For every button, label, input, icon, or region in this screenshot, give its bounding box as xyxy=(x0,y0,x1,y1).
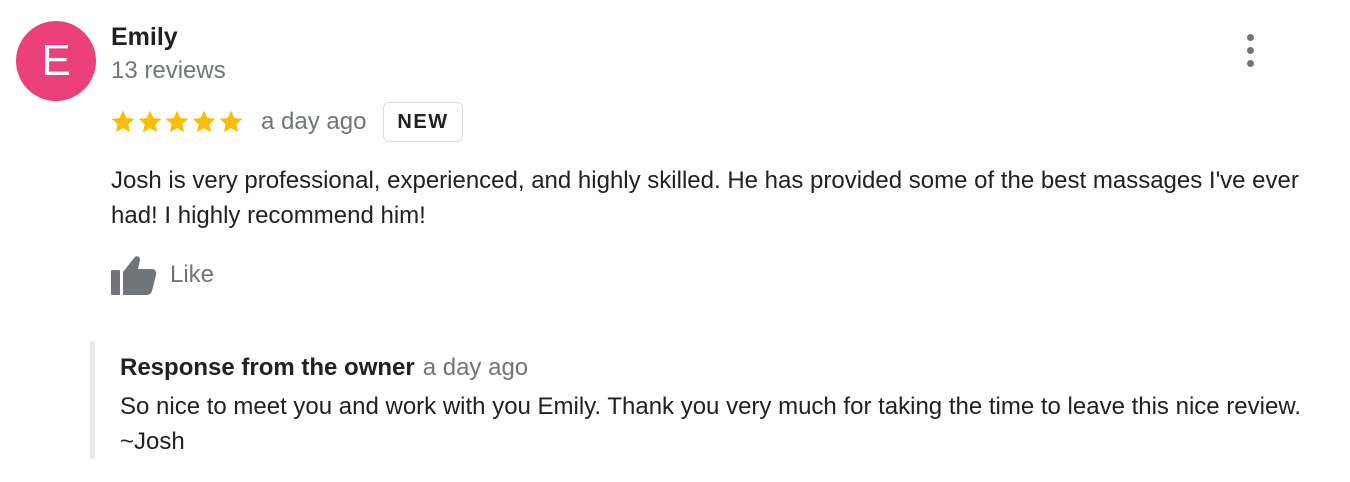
reviewer-name[interactable]: Emily xyxy=(111,22,178,52)
review-text: Josh is very professional, experienced, … xyxy=(111,167,1299,229)
owner-response-text: So nice to meet you and work with you Em… xyxy=(120,393,1301,455)
star-icon xyxy=(111,110,135,133)
star-icon xyxy=(219,110,243,133)
owner-response-header: Response from the owner a day ago xyxy=(120,353,528,386)
star-icon xyxy=(192,110,216,133)
star-icon xyxy=(165,110,189,133)
new-badge: NEW xyxy=(383,102,463,142)
review-date: a day ago xyxy=(261,108,367,135)
owner-response: Response from the owner a day ago So nice… xyxy=(90,341,1320,459)
avatar-initial: E xyxy=(41,36,71,85)
star-rating xyxy=(110,109,244,135)
owner-response-date: a day ago xyxy=(422,354,529,381)
more-vert-icon-dot xyxy=(1246,46,1254,54)
star-icon xyxy=(138,110,162,133)
reviewer-review-count[interactable]: 13 reviews xyxy=(111,56,226,86)
owner-response-title: Response from the owner xyxy=(120,354,415,381)
review-card: E Emily 13 reviews a day ago NEW Josh is… xyxy=(0,0,1350,482)
rating-row: a day ago NEW xyxy=(110,100,463,144)
more-options-button[interactable] xyxy=(1232,30,1268,70)
more-vert-icon-dot xyxy=(1246,59,1254,67)
avatar[interactable]: E xyxy=(16,21,96,101)
like-label: Like xyxy=(170,261,215,288)
like-button[interactable]: Like xyxy=(110,253,214,297)
more-vert-icon-dot xyxy=(1246,33,1254,41)
thumbs-up-icon xyxy=(110,254,158,296)
